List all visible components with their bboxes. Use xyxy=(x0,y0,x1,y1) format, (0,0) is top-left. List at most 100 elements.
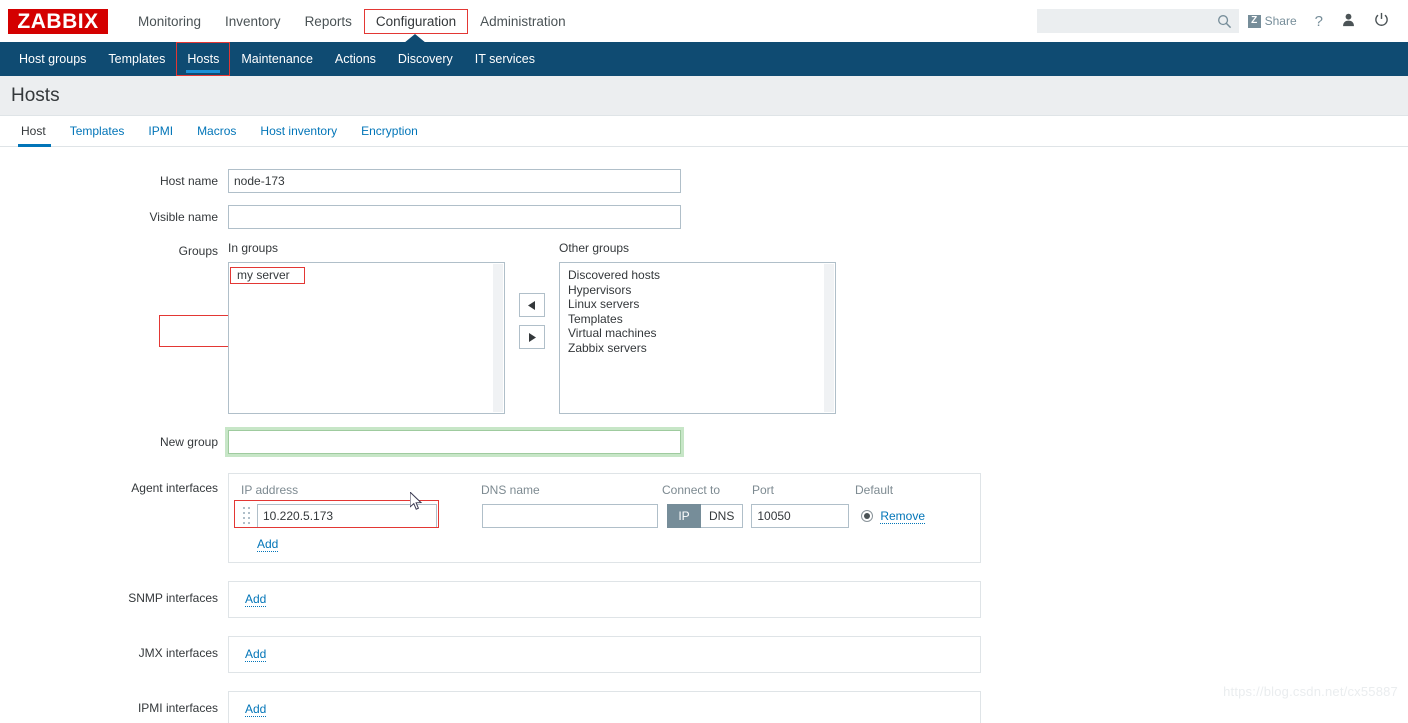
visible-name-label: Visible name xyxy=(149,210,218,224)
user-profile-button[interactable] xyxy=(1332,9,1365,33)
top-right-controls: Z Share ? xyxy=(1036,9,1398,33)
remove-interface-link[interactable]: Remove xyxy=(880,509,926,524)
in-groups-caption: In groups xyxy=(228,241,279,255)
add-jmx-interface-link[interactable]: Add xyxy=(245,647,267,662)
host-name-label: Host name xyxy=(159,174,218,188)
add-snmp-interface-link[interactable]: Add xyxy=(245,592,267,607)
port-input[interactable] xyxy=(751,504,850,528)
other-groups-item[interactable]: Zabbix servers xyxy=(562,341,653,356)
other-groups-scrollbar[interactable] xyxy=(824,264,834,412)
host-name-input[interactable] xyxy=(228,169,681,193)
arrow-left-icon xyxy=(528,300,535,310)
connect-to-option-dns[interactable]: DNS xyxy=(701,504,744,528)
main-menu-item-monitoring[interactable]: Monitoring xyxy=(126,9,213,34)
help-button[interactable]: ? xyxy=(1306,9,1332,33)
col-header-port: Port xyxy=(752,483,775,497)
other-groups-item[interactable]: Discovered hosts xyxy=(562,268,666,283)
form-tabs: Host Templates IPMI Macros Host inventor… xyxy=(0,116,1408,147)
groups-label: Groups xyxy=(178,244,218,258)
user-icon xyxy=(1341,12,1356,30)
field-row-new-group: New group xyxy=(0,430,1408,454)
subnav-item-hosts[interactable]: Hosts xyxy=(176,42,231,76)
arrow-right-icon xyxy=(529,332,536,342)
field-row-snmp-interfaces: SNMP interfaces Add xyxy=(0,581,1408,618)
main-menu-item-inventory[interactable]: Inventory xyxy=(213,9,293,34)
in-groups-listbox[interactable]: my server xyxy=(228,262,505,414)
col-header-connect-to: Connect to xyxy=(662,483,721,497)
share-button[interactable]: Z Share xyxy=(1239,9,1306,33)
move-left-button[interactable] xyxy=(519,293,545,317)
groups-selector: In groups my server Other groups Discove… xyxy=(228,241,836,414)
top-navigation-bar: ZABBIX Monitoring Inventory Reports Conf… xyxy=(0,0,1408,42)
question-mark-icon: ? xyxy=(1314,12,1323,30)
ipmi-interfaces-label: IPMI interfaces xyxy=(137,701,218,715)
other-groups-listbox[interactable]: Discovered hosts Hypervisors Linux serve… xyxy=(559,262,836,414)
sub-navigation-bar: Host groups Templates Hosts Maintenance … xyxy=(0,34,1408,76)
share-label: Share xyxy=(1264,14,1297,28)
signout-button[interactable] xyxy=(1365,9,1398,33)
snmp-interfaces-label: SNMP interfaces xyxy=(128,591,218,605)
default-interface-radio[interactable] xyxy=(861,510,874,522)
search-icon[interactable] xyxy=(1217,14,1232,29)
ip-address-input[interactable] xyxy=(257,504,437,528)
subnav-item-it-services[interactable]: IT services xyxy=(464,42,546,76)
jmx-interfaces-box: Add xyxy=(228,636,981,673)
main-menu-item-configuration[interactable]: Configuration xyxy=(363,8,469,34)
tab-ipmi[interactable]: IPMI xyxy=(136,124,185,146)
page-watermark: https://blog.csdn.net/cx55887 xyxy=(1223,684,1398,699)
share-badge-icon: Z xyxy=(1247,14,1261,28)
other-groups-caption: Other groups xyxy=(559,241,630,255)
other-groups-column: Other groups Discovered hosts Hypervisor… xyxy=(559,241,836,414)
search-input[interactable] xyxy=(1037,10,1210,32)
field-row-host-name: Host name xyxy=(0,169,1408,193)
main-menu: Monitoring Inventory Reports Configurati… xyxy=(126,0,578,42)
subnav-item-templates[interactable]: Templates xyxy=(97,42,176,76)
zabbix-logo[interactable]: ZABBIX xyxy=(8,8,108,34)
page-header: Hosts xyxy=(0,76,1408,116)
in-groups-scrollbar[interactable] xyxy=(493,264,503,412)
subnav-item-actions[interactable]: Actions xyxy=(324,42,387,76)
col-header-default: Default xyxy=(855,483,894,497)
in-groups-item[interactable]: my server xyxy=(230,267,305,284)
other-groups-item[interactable]: Virtual machines xyxy=(562,326,663,341)
add-agent-interface-link[interactable]: Add xyxy=(257,537,279,552)
subnav-item-discovery[interactable]: Discovery xyxy=(387,42,464,76)
main-menu-item-reports[interactable]: Reports xyxy=(293,9,364,34)
col-header-dns-name: DNS name xyxy=(481,483,540,497)
tab-macros[interactable]: Macros xyxy=(185,124,248,146)
connect-to-option-ip[interactable]: IP xyxy=(667,504,701,528)
add-ipmi-interface-link[interactable]: Add xyxy=(245,702,267,717)
col-header-ip-address: IP address xyxy=(241,483,299,497)
group-move-buttons xyxy=(505,241,559,349)
field-row-ipmi-interfaces: IPMI interfaces Add xyxy=(0,691,1408,723)
main-menu-item-administration[interactable]: Administration xyxy=(468,9,578,34)
page-title: Hosts xyxy=(11,84,60,106)
dns-name-input[interactable] xyxy=(482,504,658,528)
global-search[interactable] xyxy=(1036,9,1239,33)
other-groups-item[interactable]: Hypervisors xyxy=(562,283,637,298)
subnav-item-maintenance[interactable]: Maintenance xyxy=(230,42,324,76)
new-group-input[interactable] xyxy=(228,430,681,454)
new-group-label: New group xyxy=(159,435,218,449)
tab-encryption[interactable]: Encryption xyxy=(349,124,430,146)
ipmi-interfaces-box: Add xyxy=(228,691,981,723)
tab-templates[interactable]: Templates xyxy=(58,124,137,146)
subnav-item-host-groups[interactable]: Host groups xyxy=(8,42,97,76)
field-row-visible-name: Visible name xyxy=(0,205,1408,229)
snmp-interfaces-box: Add xyxy=(228,581,981,618)
agent-interfaces-box: IP address DNS name Connect to Port Defa… xyxy=(228,473,981,563)
drag-handle-icon[interactable] xyxy=(241,506,253,526)
visible-name-input[interactable] xyxy=(228,205,681,229)
other-groups-item[interactable]: Templates xyxy=(562,312,629,327)
in-groups-column: In groups my server xyxy=(228,241,505,414)
add-agent-interface-wrapper: Add xyxy=(257,537,968,552)
move-right-button[interactable] xyxy=(519,325,545,349)
field-row-jmx-interfaces: JMX interfaces Add xyxy=(0,636,1408,673)
field-row-agent-interfaces: Agent interfaces IP address DNS name Con… xyxy=(0,473,1408,563)
tab-host[interactable]: Host xyxy=(11,124,58,147)
host-configuration-form: Host name Visible name Groups In groups … xyxy=(0,147,1408,723)
agent-interfaces-header: IP address DNS name Connect to Port Defa… xyxy=(241,483,968,497)
field-row-groups: Groups In groups my server Other groups … xyxy=(0,241,1408,414)
other-groups-item[interactable]: Linux servers xyxy=(562,297,645,312)
tab-host-inventory[interactable]: Host inventory xyxy=(248,124,349,146)
